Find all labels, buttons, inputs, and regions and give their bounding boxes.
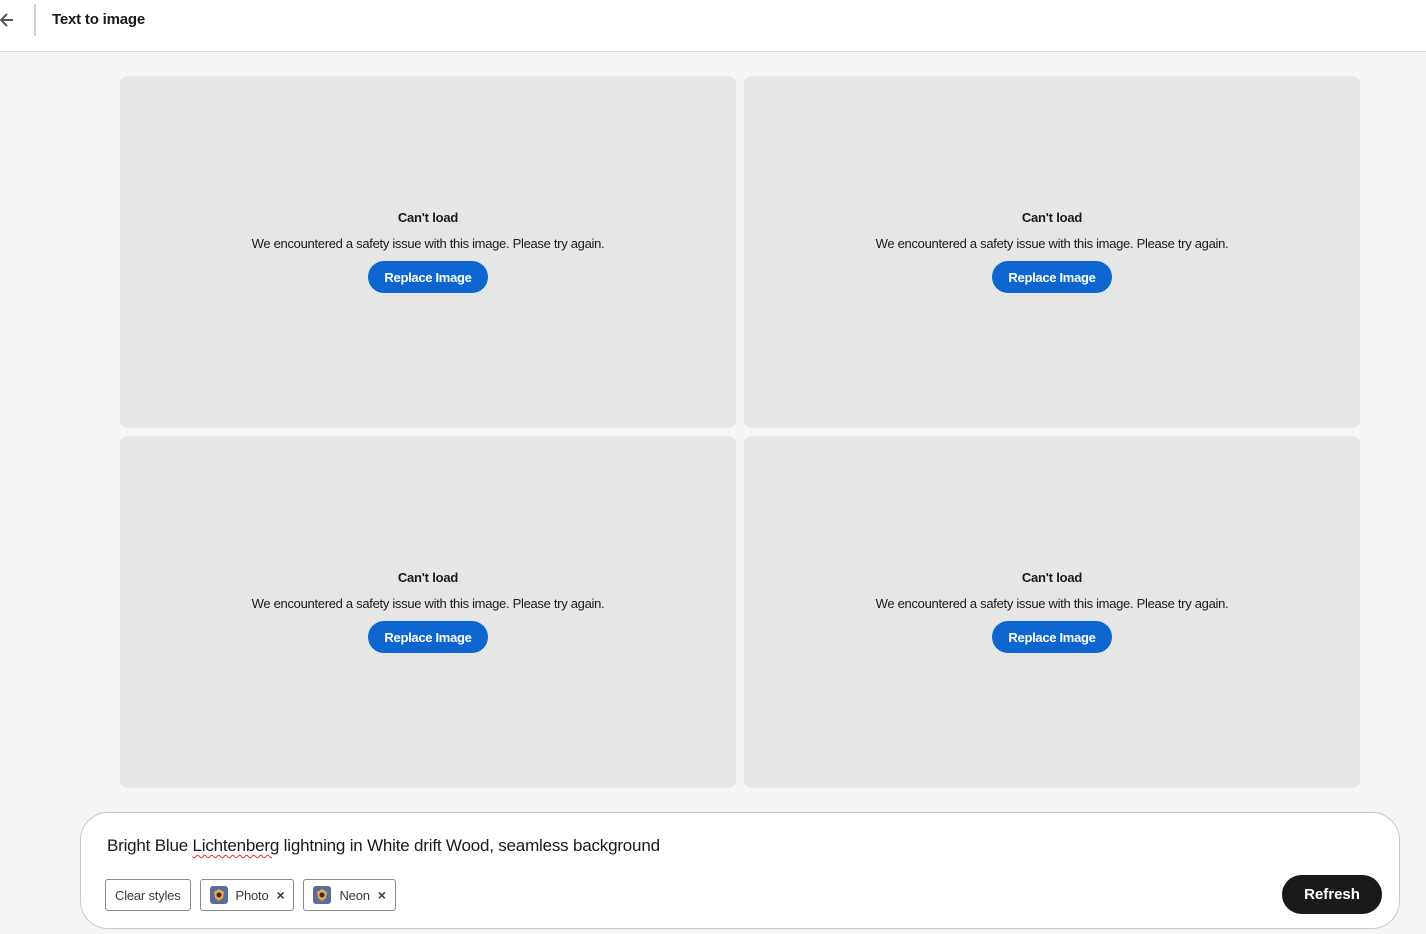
- arrow-left-icon: [0, 13, 13, 27]
- clear-styles-button[interactable]: Clear styles: [105, 879, 191, 911]
- replace-image-button[interactable]: Replace Image: [992, 261, 1112, 293]
- replace-image-button[interactable]: Replace Image: [368, 261, 488, 293]
- style-chip-photo[interactable]: Photo ×: [199, 879, 295, 911]
- misspelled-word: Lichtenberg: [192, 836, 280, 855]
- error-title: Can't load: [397, 570, 459, 585]
- error-title: Can't load: [1021, 210, 1083, 225]
- error-title: Can't load: [1021, 570, 1083, 585]
- style-thumbnail-icon: [313, 886, 332, 904]
- result-card-1: Can't load We encountered a safety issue…: [120, 76, 736, 428]
- prompt-panel: Bright Blue Lichtenberg lightning in Whi…: [80, 812, 1400, 929]
- style-chip-label: Neon: [339, 887, 370, 903]
- refresh-button[interactable]: Refresh: [1282, 875, 1382, 914]
- replace-image-button[interactable]: Replace Image: [368, 621, 488, 653]
- prompt-text-start: Bright Blue: [107, 836, 193, 855]
- result-card-2: Can't load We encountered a safety issue…: [744, 76, 1360, 428]
- style-chips: Clear styles Photo × Neon ×: [105, 879, 396, 911]
- remove-icon[interactable]: ×: [378, 887, 386, 903]
- prompt-text-end: lightning in White drift Wood, seamless …: [279, 836, 660, 855]
- remove-icon[interactable]: ×: [277, 887, 285, 903]
- prompt-input[interactable]: Bright Blue Lichtenberg lightning in Whi…: [107, 836, 660, 856]
- result-card-4: Can't load We encountered a safety issue…: [744, 436, 1360, 788]
- clear-styles-label: Clear styles: [115, 887, 181, 903]
- header-divider: [34, 4, 36, 36]
- style-thumbnail-icon: [209, 886, 228, 904]
- top-bar: Text to image: [0, 0, 1426, 52]
- style-chip-neon[interactable]: Neon ×: [303, 879, 396, 911]
- back-button[interactable]: [0, 9, 18, 31]
- error-message: We encountered a safety issue with this …: [875, 596, 1229, 611]
- style-chip-label: Photo: [235, 887, 269, 903]
- page-title: Text to image: [52, 11, 145, 28]
- replace-image-button[interactable]: Replace Image: [992, 621, 1112, 653]
- error-title: Can't load: [397, 210, 459, 225]
- error-message: We encountered a safety issue with this …: [251, 236, 605, 251]
- error-message: We encountered a safety issue with this …: [251, 596, 605, 611]
- result-card-3: Can't load We encountered a safety issue…: [120, 436, 736, 788]
- error-message: We encountered a safety issue with this …: [875, 236, 1229, 251]
